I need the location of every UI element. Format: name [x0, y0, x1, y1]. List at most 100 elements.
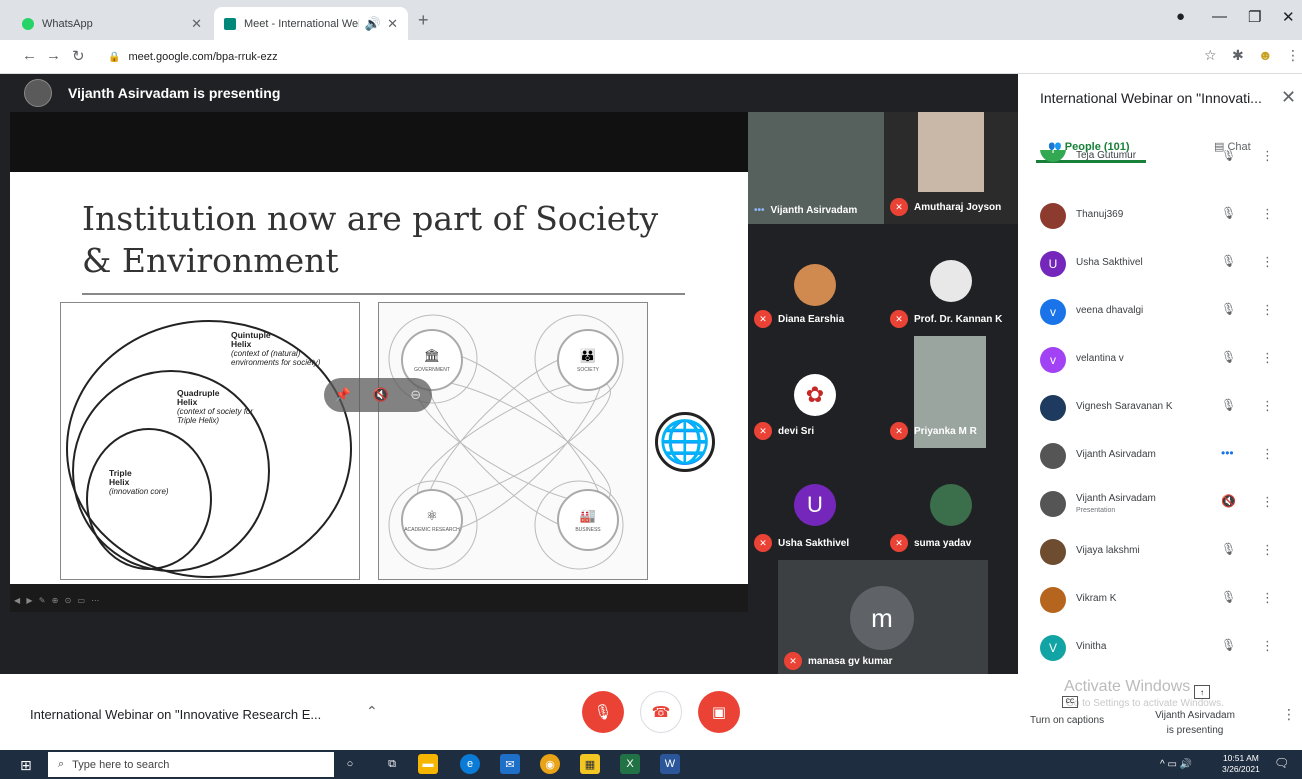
more-options-icon[interactable]: ⋮: [1261, 302, 1274, 318]
academic-research-node: ⚛ ACADEMIC RESEARCH: [401, 489, 463, 551]
participant-avatar: [1040, 395, 1066, 421]
menu-icon[interactable]: ⋮: [1286, 47, 1300, 64]
edge-icon[interactable]: e: [460, 754, 480, 774]
chrome-icon[interactable]: ◉: [540, 754, 560, 774]
participant-avatar: U: [1040, 251, 1066, 277]
participant-tile[interactable]: ✕ suma yadav: [884, 448, 1018, 560]
participant-avatar: V: [1040, 635, 1066, 661]
tab-title: WhatsApp: [42, 17, 93, 30]
audio-icon[interactable]: 🔊: [365, 16, 381, 32]
participant-tile[interactable]: U ✕ Usha Sakthivel: [748, 448, 884, 560]
avatar-icon[interactable]: ☻: [1258, 47, 1273, 63]
participant-tile[interactable]: ✕ Prof. Dr. Kannan K: [884, 224, 1018, 336]
slide-footer: [10, 584, 748, 612]
profile-icon[interactable]: ●: [1176, 8, 1185, 25]
list-item[interactable]: Vignesh Saravanan K 🎙 ⋮: [1018, 385, 1302, 433]
participant-tile[interactable]: m ✕ manasa gv kumar: [778, 560, 988, 674]
participant-tile[interactable]: ✿ ✕ devi Sri: [748, 336, 884, 448]
mic-toggle-button[interactable]: 🎙: [582, 691, 624, 733]
tab-meet[interactable]: Meet - International Webina 🔊 ✕: [214, 7, 408, 40]
store-icon[interactable]: ▦: [580, 754, 600, 774]
participant-tile[interactable]: ✕ Diana Earshia: [748, 224, 884, 336]
captions-button[interactable]: Turn on captions: [1030, 715, 1104, 726]
taskbar-search[interactable]: ⌕ Type here to search: [48, 752, 334, 777]
close-tab-icon[interactable]: ✕: [387, 16, 398, 32]
chevron-up-icon[interactable]: ⌃: [366, 703, 378, 720]
minimize-button[interactable]: —: [1212, 8, 1227, 25]
forward-button[interactable]: →: [46, 47, 61, 64]
reload-button[interactable]: ↻: [72, 47, 85, 65]
more-options-icon[interactable]: ⋮: [1261, 446, 1274, 462]
list-item[interactable]: Thanuj369 🎙 ⋮: [1018, 193, 1302, 241]
more-options-icon[interactable]: ⋮: [1261, 150, 1274, 164]
list-item[interactable]: T Teja Gutumur 🎙 ⋮: [1018, 150, 1302, 176]
list-item[interactable]: U Usha Sakthivel 🎙 ⋮: [1018, 241, 1302, 289]
list-item[interactable]: Vijanth Asirvadam Presentation 🔇 ⋮: [1018, 481, 1302, 529]
list-item[interactable]: Vijanth Asirvadam ••• ⋮: [1018, 433, 1302, 481]
participant-tile[interactable]: ✕ Priyanka M R: [884, 336, 1018, 448]
restore-button[interactable]: ❐: [1248, 8, 1261, 26]
taskbar-clock[interactable]: 10:51 AM 3/26/2021: [1222, 753, 1260, 775]
new-tab-button[interactable]: +: [418, 10, 429, 31]
more-options-icon[interactable]: ⋮: [1261, 494, 1274, 510]
participant-tile[interactable]: ••• Vijanth Asirvadam: [748, 112, 884, 224]
present-icon[interactable]: ↑: [1194, 685, 1210, 699]
notification-icon[interactable]: 🗨: [1274, 756, 1289, 770]
url-text: meet.google.com/bpa-rruk-ezz: [128, 51, 278, 63]
mic-off-icon: 🎙: [1221, 254, 1237, 268]
cortana-icon[interactable]: ○: [340, 754, 360, 774]
participant-tile[interactable]: ✕ Amutharaj Joyson: [884, 112, 1018, 224]
more-options-icon[interactable]: ⋮: [1261, 398, 1274, 414]
list-item[interactable]: V Vinitha 🎙 ⋮: [1018, 625, 1302, 673]
excel-icon[interactable]: X: [620, 754, 640, 774]
close-tab-icon[interactable]: ✕: [191, 16, 202, 32]
list-item[interactable]: Vikram K 🎙 ⋮: [1018, 577, 1302, 625]
quintuple-desc: (context of (natural) environments for s…: [231, 349, 321, 367]
system-tray[interactable]: ^ ▭ 🔊: [1160, 759, 1192, 770]
leave-call-button[interactable]: ☎: [640, 691, 682, 733]
more-options-icon[interactable]: ⋮: [1261, 590, 1274, 606]
more-options-icon[interactable]: ⋮: [1261, 206, 1274, 222]
mic-off-icon: ✕: [890, 198, 908, 216]
list-item[interactable]: v veena dhavalgi 🎙 ⋮: [1018, 289, 1302, 337]
more-options-icon[interactable]: ⋮: [1261, 638, 1274, 654]
remove-icon[interactable]: ⊖: [410, 387, 421, 403]
participant-name: Usha Sakthivel: [1076, 257, 1143, 268]
mail-icon[interactable]: ✉: [500, 754, 520, 774]
task-view-icon[interactable]: ⧉: [382, 754, 402, 774]
quadruple-sub: Helix: [177, 397, 198, 407]
more-options-icon[interactable]: ⋮: [1261, 542, 1274, 558]
more-options-icon[interactable]: ⋮: [1261, 350, 1274, 366]
captions-icon[interactable]: CC: [1062, 696, 1078, 708]
presenter-avatar: [24, 79, 52, 107]
more-options-icon[interactable]: ⋮: [1261, 254, 1274, 270]
tile-name: Diana Earshia: [778, 313, 845, 325]
more-options-icon[interactable]: ⋮: [1282, 706, 1296, 723]
list-item[interactable]: Vijaya lakshmi 🎙 ⋮: [1018, 529, 1302, 577]
flower-avatar-icon: ✿: [794, 374, 836, 416]
bookmark-star-icon[interactable]: ☆: [1204, 47, 1217, 64]
list-item[interactable]: v velantina v 🎙 ⋮: [1018, 337, 1302, 385]
meeting-title[interactable]: International Webinar on "Innovative Res…: [30, 707, 321, 722]
slideshow-controls[interactable]: ◀ ▶ ✎ ⊕ ⊙ ▭ ⋯: [14, 596, 101, 605]
file-explorer-icon[interactable]: ▬: [418, 754, 438, 774]
camera-toggle-button[interactable]: ▣: [698, 691, 740, 733]
tile-label: ✕ Amutharaj Joyson: [890, 198, 1001, 216]
tab-whatsapp[interactable]: WhatsApp ✕: [12, 7, 212, 40]
close-panel-icon[interactable]: ✕: [1281, 87, 1296, 108]
participant-name: velantina v: [1076, 353, 1124, 364]
mute-presenter-icon[interactable]: 🔇: [373, 387, 389, 403]
helix-diagram: Quintuple Helix (context of (natural) en…: [60, 302, 360, 580]
tile-name: suma yadav: [914, 537, 972, 549]
back-button[interactable]: ←: [22, 47, 37, 64]
mic-off-icon: ✕: [754, 422, 772, 440]
pin-icon[interactable]: 📌: [335, 387, 351, 403]
windows-start-icon[interactable]: ⊞: [20, 757, 32, 774]
close-window-button[interactable]: ✕: [1282, 8, 1295, 26]
word-icon[interactable]: W: [660, 754, 680, 774]
extensions-icon[interactable]: ✱: [1232, 47, 1244, 64]
present-status[interactable]: Vijanth Asirvadam is presenting: [1150, 708, 1240, 738]
presentation-top-letterbox: [10, 112, 748, 172]
address-bar[interactable]: 🔒 meet.google.com/bpa-rruk-ezz: [108, 45, 1188, 69]
tile-label: ✕ Usha Sakthivel: [754, 534, 849, 552]
